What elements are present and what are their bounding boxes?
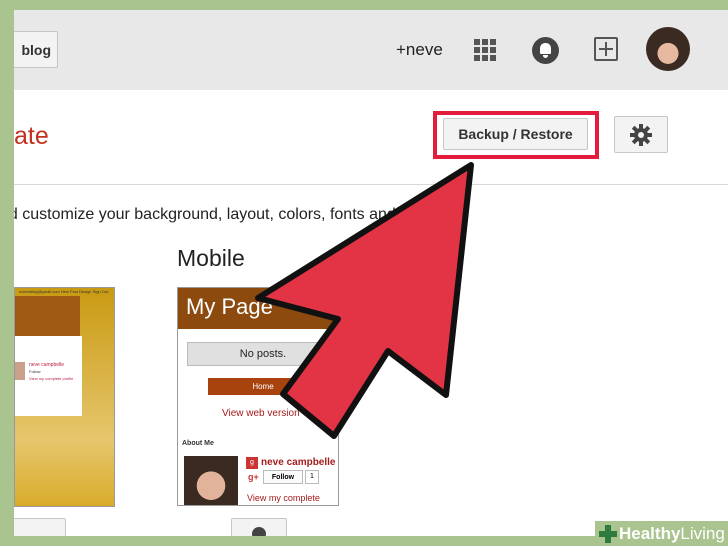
watermark-text: HealthyLiving	[619, 524, 725, 544]
watermark-brand-light: Living	[680, 523, 725, 543]
watermark-brand-bold: Healthy	[619, 523, 681, 543]
pointer-arrow	[255, 162, 474, 439]
plus-cross-icon	[599, 524, 617, 543]
healthy-living-watermark: HealthyLiving	[595, 521, 728, 546]
